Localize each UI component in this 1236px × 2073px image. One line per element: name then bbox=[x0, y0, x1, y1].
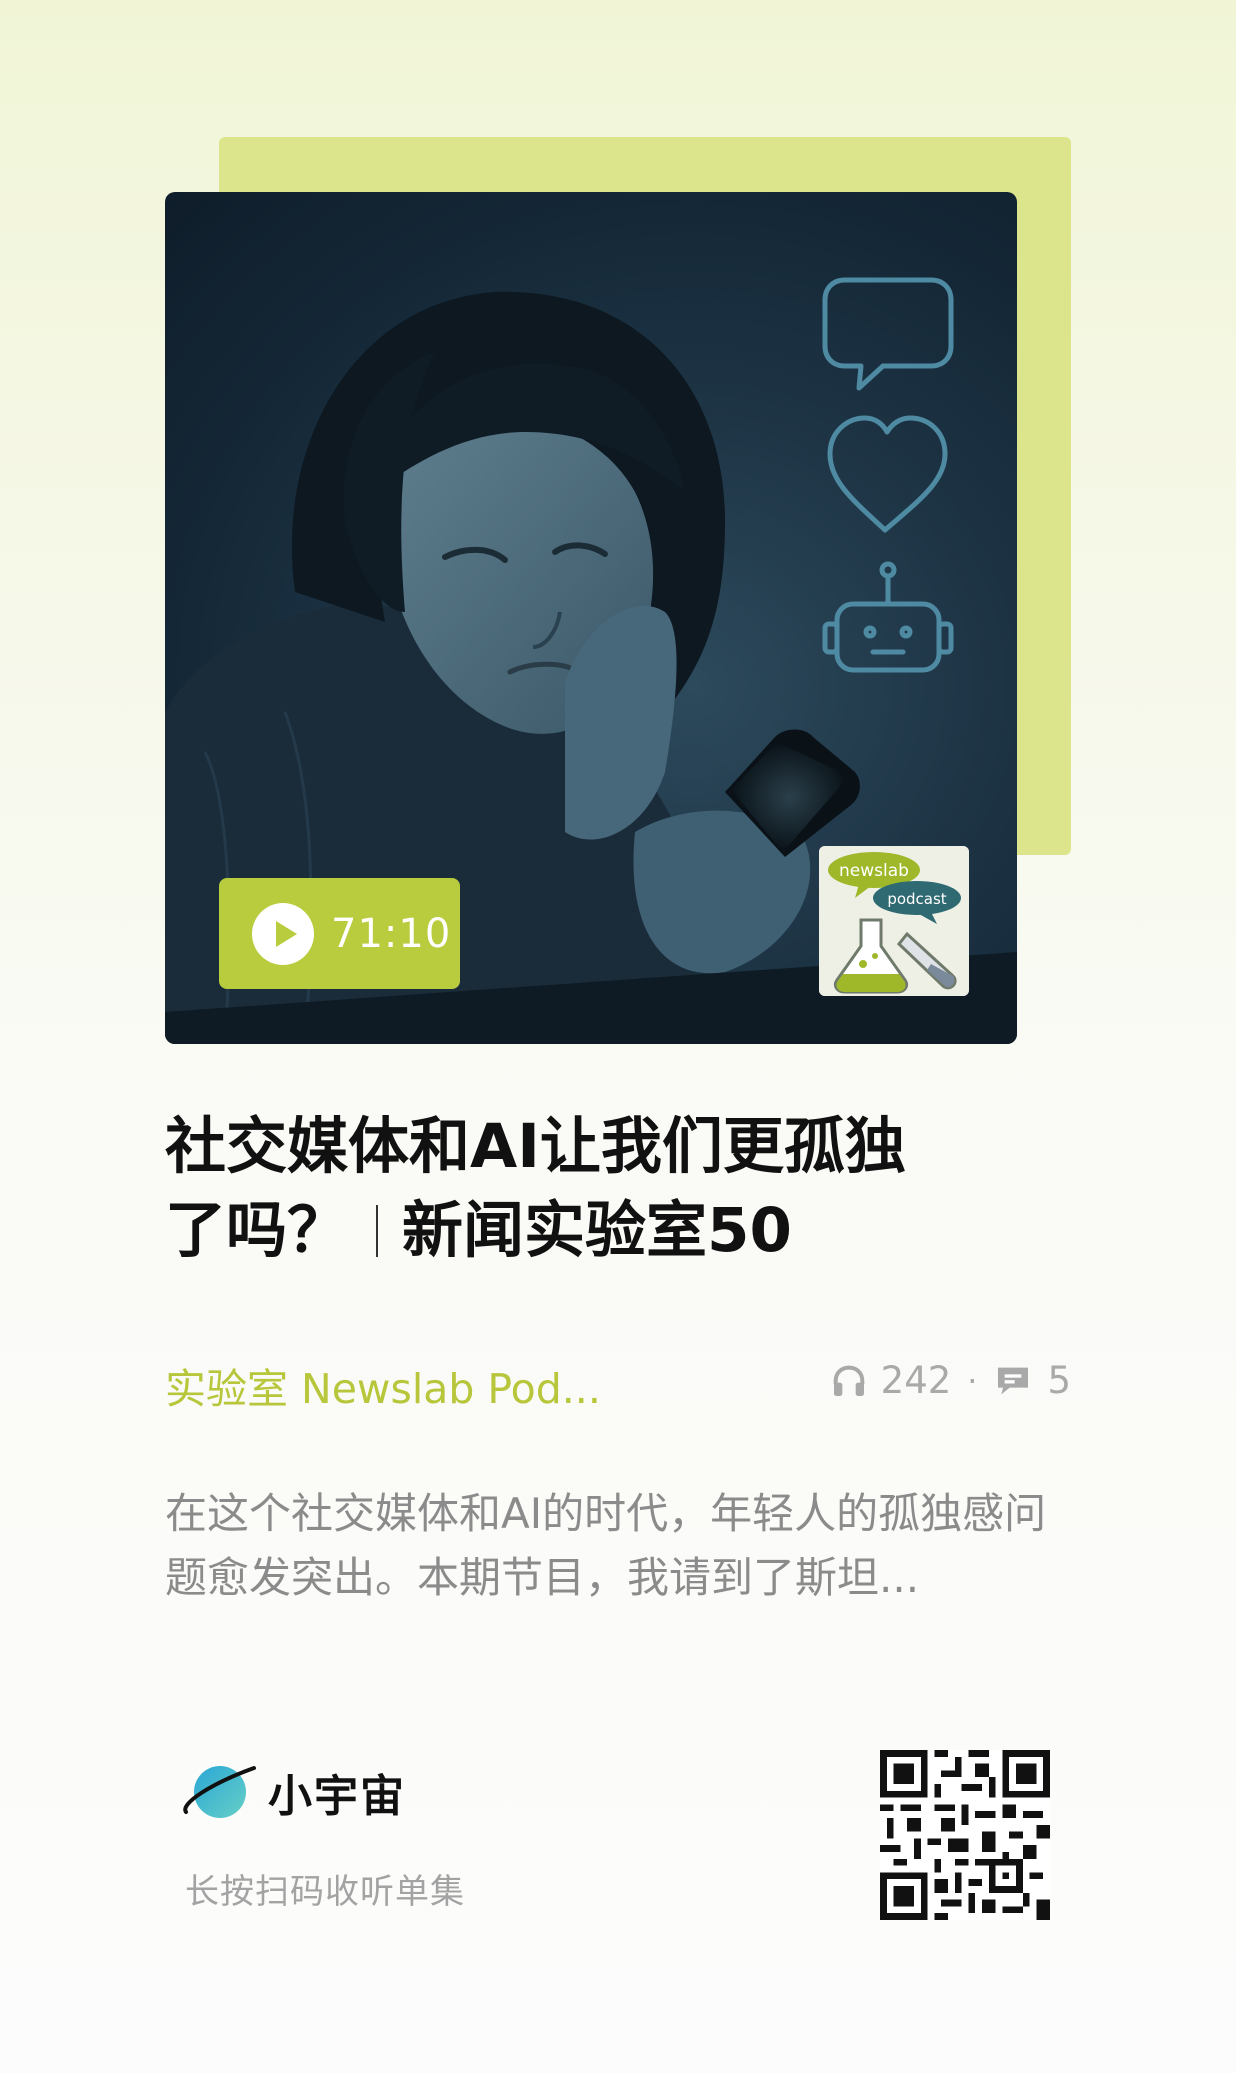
svg-text:podcast: podcast bbox=[887, 890, 946, 908]
play-count: 242 bbox=[880, 1359, 952, 1402]
comment-icon bbox=[998, 1367, 1029, 1394]
play-button[interactable]: 71:10 bbox=[219, 878, 460, 989]
episode-title-line2a: 了吗？ bbox=[165, 1195, 349, 1266]
episode-title-line1: 社交媒体和AI让我们更孤独 bbox=[165, 1111, 906, 1182]
episode-title-line2b: 新闻实验室50 bbox=[402, 1195, 792, 1266]
robot-icon bbox=[834, 601, 942, 673]
episode-title-line2: 了吗？ 新闻实验室50 bbox=[165, 1189, 1025, 1273]
podcast-logo-badge: newslab podcast bbox=[819, 846, 969, 996]
brand-name: 小宇宙 bbox=[268, 1771, 406, 1822]
brand-logo: 小宇宙 bbox=[180, 1760, 406, 1824]
heart-icon bbox=[827, 415, 948, 533]
play-icon bbox=[252, 902, 314, 965]
episode-duration: 71:10 bbox=[331, 910, 452, 957]
scan-hint: 长按扫码收听单集 bbox=[185, 1872, 465, 1912]
title-separator bbox=[376, 1205, 379, 1257]
comment-count: 5 bbox=[1047, 1359, 1071, 1402]
qr-code[interactable] bbox=[880, 1750, 1050, 1920]
podcast-name-link[interactable]: 实验室 Newslab Pod... bbox=[165, 1355, 601, 1415]
episode-cover[interactable]: 71:10 newslab podcast bbox=[165, 192, 1017, 1044]
episode-description: 在这个社交媒体和AI的时代，年轻人的孤独感问题愈发突出。本期节目，我请到了斯坦.… bbox=[165, 1489, 1047, 1602]
episode-meta-row: 实验室 Newslab Pod... 242 · 5 bbox=[165, 1355, 1071, 1415]
planet-icon bbox=[183, 1766, 256, 1818]
svg-text:newslab: newslab bbox=[839, 861, 909, 881]
newslab-logo: newslab podcast bbox=[819, 846, 969, 996]
chat-bubble-icon bbox=[822, 277, 954, 391]
episode-stats: 242 · 5 bbox=[829, 1359, 1071, 1402]
headphones-icon bbox=[833, 1365, 864, 1396]
episode-title: 社交媒体和AI让我们更孤独 了吗？ 新闻实验室50 bbox=[165, 1105, 1025, 1273]
stats-separator: · bbox=[967, 1361, 978, 1400]
